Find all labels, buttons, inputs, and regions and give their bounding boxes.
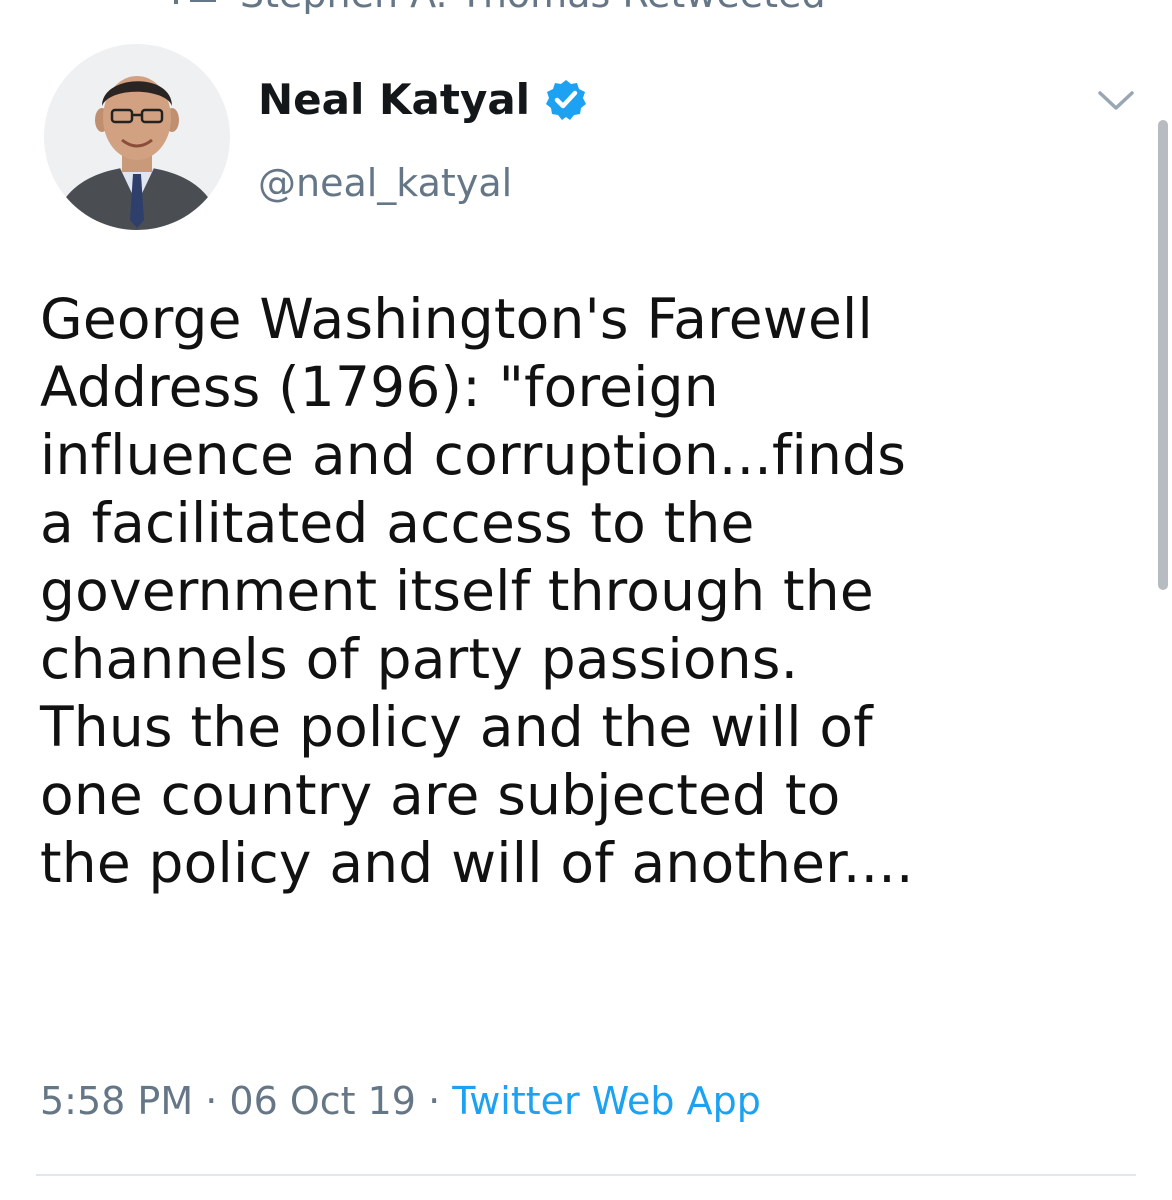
tweet-line: Thus the policy and the will of — [40, 695, 873, 759]
retweet-context-bar[interactable]: Stephen A. Thomas Retweeted — [0, 0, 1172, 14]
tweet-line: Address (1796): "foreign — [40, 355, 719, 419]
tweet-line: the policy and will of another.... — [40, 831, 914, 895]
tweet-source-link[interactable]: Twitter Web App — [452, 1079, 761, 1123]
tweet-date[interactable]: 06 Oct 19 — [229, 1079, 416, 1123]
tweet-line: channels of party passions. — [40, 627, 799, 691]
display-name[interactable]: Neal Katyal — [258, 72, 588, 128]
retweet-icon — [174, 0, 216, 4]
tweet-text: George Washington's Farewell Address (17… — [40, 285, 1140, 897]
chevron-down-icon[interactable] — [1096, 88, 1136, 114]
tweet-line: George Washington's Farewell — [40, 287, 873, 351]
divider — [36, 1174, 1136, 1176]
tweet-time[interactable]: 5:58 PM — [40, 1079, 193, 1123]
verified-badge-icon — [546, 80, 587, 120]
display-name-text: Neal Katyal — [258, 75, 531, 124]
retweet-context-text: Stephen A. Thomas Retweeted — [240, 0, 826, 14]
meta-separator: · — [428, 1079, 441, 1123]
user-handle[interactable]: @neal_katyal — [258, 158, 512, 208]
tweet-meta: 5:58 PM · 06 Oct 19 · Twitter Web App — [40, 1076, 761, 1126]
tweet-line: a facilitated access to the — [40, 491, 755, 555]
avatar[interactable] — [44, 44, 230, 230]
tweet-line: one country are subjected to — [40, 763, 841, 827]
tweet-line: influence and corruption...finds — [40, 423, 907, 487]
meta-separator: · — [205, 1079, 218, 1123]
scrollbar[interactable] — [1158, 120, 1168, 590]
tweet-line: government itself through the — [40, 559, 874, 623]
